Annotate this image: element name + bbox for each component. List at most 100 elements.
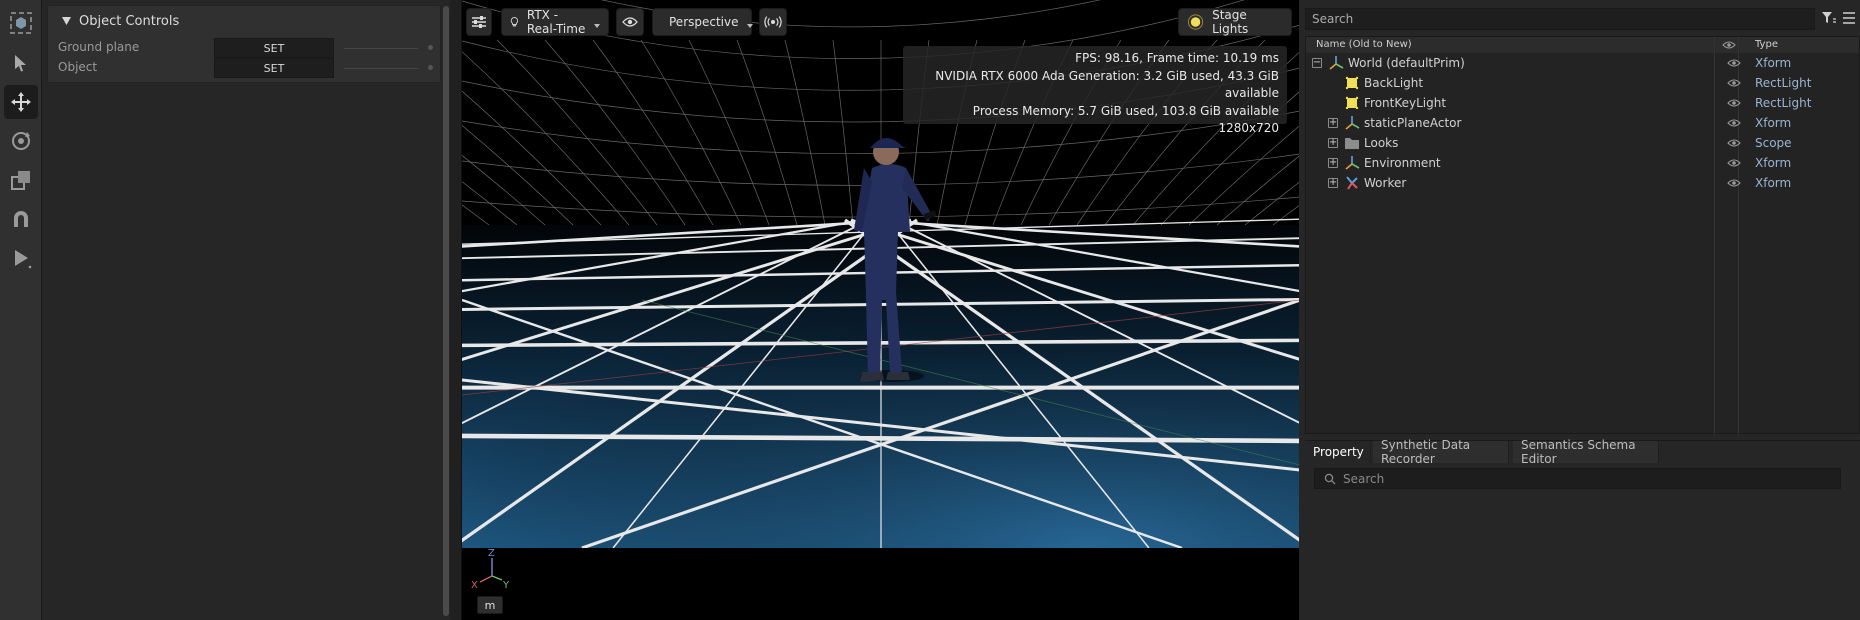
tab-synthetic-data-recorder[interactable]: Synthetic Data Recorder — [1373, 438, 1509, 466]
prim-type: Scope — [1755, 136, 1792, 150]
object-controls-section: Object Controls Ground plane SET Object … — [47, 5, 441, 83]
skeleton-icon — [1344, 175, 1360, 191]
xform-icon — [1328, 55, 1344, 71]
resolution-stat: 1280x720 — [1218, 121, 1279, 135]
light-icon — [1344, 75, 1360, 91]
tool-strip — [0, 0, 42, 620]
layout-icon[interactable] — [4, 6, 38, 40]
expand-icon[interactable]: + — [1328, 138, 1338, 148]
eye-icon[interactable] — [1727, 97, 1741, 111]
collapse-icon[interactable]: − — [1312, 58, 1322, 68]
fps-stat: FPS: 98.16, Frame time: 10.19 ms — [1075, 51, 1279, 65]
object-label: Object — [58, 60, 98, 74]
stage-tree-row[interactable]: BackLight RectLight — [1306, 73, 1859, 93]
prim-name: FrontKeyLight — [1364, 96, 1447, 110]
broadcast-button[interactable] — [759, 8, 787, 36]
hamburger-menu-icon[interactable] — [1842, 12, 1856, 24]
renderer-label: RTX - Real-Time — [526, 8, 586, 36]
render-stats-overlay: FPS: 98.16, Frame time: 10.19 ms NVIDIA … — [903, 46, 1287, 135]
stage-tree-row[interactable]: FrontKeyLight RectLight — [1306, 93, 1859, 113]
stage-lights-dropdown[interactable]: Stage Lights — [1178, 8, 1292, 36]
eye-icon — [622, 17, 638, 27]
stage-lights-label: Stage Lights — [1212, 8, 1249, 36]
prim-name: Environment — [1364, 156, 1441, 170]
prim-name: World (defaultPrim) — [1348, 56, 1465, 70]
divider — [344, 48, 418, 49]
prim-type: RectLight — [1755, 76, 1812, 90]
section-header[interactable]: Object Controls — [62, 12, 179, 30]
prim-type: Xform — [1755, 56, 1792, 70]
name-column-header[interactable]: Name (Old to New) — [1316, 39, 1412, 50]
expand-icon[interactable]: + — [1328, 158, 1338, 168]
axis-x-label: X — [471, 580, 478, 590]
eye-icon[interactable] — [1727, 57, 1741, 71]
search-icon — [1324, 473, 1336, 485]
expand-icon[interactable]: + — [1328, 118, 1338, 128]
stage-tree-row[interactable]: − World (defaultPrim) Xform — [1306, 53, 1859, 73]
tab-property[interactable]: Property — [1305, 441, 1371, 463]
panel-scrollbar[interactable] — [443, 6, 449, 616]
eye-icon[interactable] — [1727, 177, 1741, 191]
unit-button[interactable]: m — [477, 596, 503, 614]
divider — [344, 68, 418, 69]
stage-tree: Name (Old to New) Type − World (defaultPr… — [1305, 36, 1860, 435]
broadcast-icon — [764, 16, 782, 28]
stage-tree-row[interactable]: + Worker Xform — [1306, 173, 1859, 193]
renderer-dropdown[interactable]: RTX - Real-Time — [501, 8, 609, 36]
object-set-button[interactable]: SET — [214, 58, 334, 78]
rotate-icon[interactable] — [4, 124, 38, 158]
sliders-icon — [472, 16, 486, 28]
prim-type: Xform — [1755, 176, 1792, 190]
snap-magnet-icon[interactable] — [4, 202, 38, 236]
sun-icon — [1187, 14, 1204, 30]
eye-icon[interactable] — [1727, 157, 1741, 171]
xform-icon — [1344, 115, 1360, 131]
stage-tree-row[interactable]: + staticPlaneActor Xform — [1306, 113, 1859, 133]
visibility-dropdown[interactable] — [616, 8, 644, 36]
caret-down-icon — [746, 24, 753, 28]
light-icon — [1344, 95, 1360, 111]
object-row: Object SET — [48, 58, 440, 78]
stage-tree-row[interactable]: + Environment Xform — [1306, 153, 1859, 173]
section-title: Object Controls — [79, 13, 180, 29]
move-icon[interactable] — [4, 85, 38, 119]
type-column-header[interactable]: Type — [1755, 39, 1778, 50]
stage-search-input[interactable]: Search — [1305, 8, 1815, 30]
prim-type: Xform — [1755, 156, 1792, 170]
prim-name: BackLight — [1364, 76, 1424, 90]
property-search-input[interactable]: Search — [1314, 468, 1841, 489]
ground-plane-label: Ground plane — [58, 40, 140, 54]
caret-down-icon — [594, 24, 600, 28]
status-dot — [428, 65, 433, 70]
play-icon[interactable] — [4, 241, 38, 275]
axis-y-label: Y — [502, 580, 510, 590]
expand-icon[interactable]: + — [1328, 178, 1338, 188]
eye-icon[interactable] — [1727, 117, 1741, 131]
prim-type: Xform — [1755, 116, 1792, 130]
status-dot — [428, 45, 433, 50]
viewport[interactable]: RTX - Real-Time Perspective Stage Lights… — [461, 0, 1300, 620]
folder-icon — [1344, 135, 1360, 151]
camera-dropdown[interactable]: Perspective — [652, 8, 753, 36]
camera-label: Perspective — [669, 15, 739, 29]
stage-panel: Search Name (Old to New) Type − World (de… — [1305, 0, 1860, 440]
property-search-placeholder: Search — [1343, 471, 1385, 486]
prim-name: Worker — [1364, 176, 1407, 190]
property-panel: Property Synthetic Data Recorder Semanti… — [1305, 438, 1860, 620]
viewport-toolbar: RTX - Real-Time Perspective Stage Lights — [462, 8, 1300, 36]
filter-icon[interactable] — [1821, 11, 1837, 25]
prim-name: staticPlaneActor — [1364, 116, 1462, 130]
object-controls-panel: Object Controls Ground plane SET Object … — [42, 0, 450, 620]
viewport-settings-button[interactable] — [466, 8, 492, 36]
tab-semantics-schema-editor[interactable]: Semantics Schema Editor — [1513, 438, 1659, 466]
stage-tree-row[interactable]: + Looks Scope — [1306, 133, 1859, 153]
select-arrow-icon[interactable] — [4, 46, 38, 80]
eye-icon[interactable] — [1727, 77, 1741, 91]
eye-icon[interactable] — [1727, 137, 1741, 151]
xform-icon — [1344, 155, 1360, 171]
prim-name: Looks — [1364, 136, 1399, 150]
scale-icon[interactable] — [4, 163, 38, 197]
collapse-triangle-icon — [62, 17, 71, 25]
lightbulb-icon — [510, 17, 518, 27]
ground-plane-set-button[interactable]: SET — [214, 38, 334, 58]
